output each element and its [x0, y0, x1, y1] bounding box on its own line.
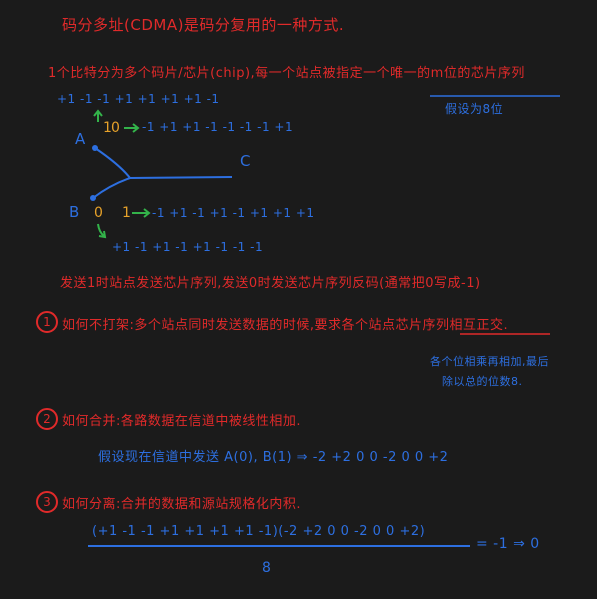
line-c [129, 176, 233, 179]
step-2-badge: 2 [36, 408, 58, 430]
question-3-text: 如何分离:合并的数据和源站规格化内积. [62, 497, 302, 512]
sequence-top: +1 -1 -1 +1 +1 +1 +1 -1 [57, 92, 220, 106]
node-c-label: C [240, 152, 251, 170]
send-rule-text: 发送1时站点发送芯片序列,发送0时发送芯片序列反码(通常把0写成-1) [60, 276, 481, 291]
note-canvas: 码分多址(CDMA)是码分复用的一种方式. 1个比特分为多个码片/芯片(chip… [0, 0, 597, 599]
question-1-note-line1: 各个位相乘再相加,最后 [430, 355, 549, 368]
sequence-b-0: +1 -1 +1 -1 +1 -1 -1 -1 [112, 240, 264, 254]
step-3-badge: 3 [36, 491, 58, 513]
inner-product-result: = -1 ⇒ 0 [476, 536, 540, 552]
line-a [94, 147, 131, 179]
inner-product-denominator: 8 [262, 560, 272, 576]
bit-a-0: 0 [111, 120, 121, 136]
chip-description: 1个比特分为多个码片/芯片(chip),每一个站点被指定一个唯一的m位的芯片序列 [48, 66, 525, 81]
node-a-label: A [75, 130, 86, 148]
bit-b-0: 0 [94, 205, 104, 221]
question-2-text: 如何合并:各路数据在信道中被线性相加. [62, 414, 302, 429]
bit-b-1: 1 [122, 205, 132, 221]
line-b [92, 177, 131, 199]
question-1-text: 如何不打架:多个站点同时发送数据的时候,要求各个站点芯片序列相互正交. [62, 318, 509, 333]
step-1-badge: 1 [36, 311, 58, 333]
question-2-example: 假设现在信道中发送 A(0), B(1) ⇒ -2 +2 0 0 -2 0 0 … [98, 450, 449, 465]
node-b-label: B [69, 203, 80, 221]
question-1-note-line2: 除以总的位数8. [442, 375, 523, 388]
inner-product-numerator: (+1 -1 -1 +1 +1 +1 +1 -1)(-2 +2 0 0 -2 0… [92, 524, 426, 539]
assume-8-bit: 假设为8位 [445, 102, 504, 116]
title-text: 码分多址(CDMA)是码分复用的一种方式. [62, 16, 345, 34]
sequence-a: -1 +1 +1 -1 -1 -1 -1 +1 [142, 120, 294, 134]
sequence-b-1: -1 +1 -1 +1 -1 +1 +1 +1 [152, 206, 315, 220]
